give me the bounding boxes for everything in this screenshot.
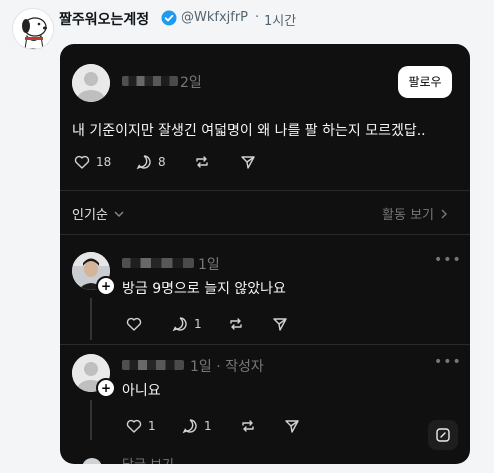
more-dots-icon[interactable]: ••• [434,252,462,268]
heart-icon [126,419,142,433]
activity-label: 활동 보기 [382,208,434,223]
reply-share-action[interactable] [284,418,300,434]
redacted-username [122,76,178,86]
reply-comment-action[interactable]: 1 [172,316,202,332]
comment-icon [182,419,197,434]
comment-count: 8 [158,155,166,169]
reply-comment-action[interactable]: 1 [182,418,212,434]
divider [60,190,470,191]
share-icon [273,318,287,331]
post-author-avatar[interactable] [72,64,110,102]
view-replies-row[interactable]: 답글 보기 [60,454,470,464]
comment-icon [136,155,151,170]
embedded-thread-card[interactable]: 2일 팔로우 내 기준이지만 잘생긴 여덟명이 왜 나를 팔 하는지 모르겠답.… [60,44,470,464]
compose-icon [436,428,450,442]
share-action[interactable] [240,154,256,170]
divider [60,344,470,345]
thread-line [90,298,92,340]
comment-action[interactable]: 8 [136,154,166,170]
heart-icon [74,155,90,169]
redacted-username [122,360,184,370]
reply-share-action[interactable] [272,316,288,332]
repost-action[interactable] [194,154,210,170]
reply-like-action[interactable] [126,316,142,332]
peek-avatar [82,458,102,464]
comment-icon [172,317,187,332]
verified-badge-icon [161,10,177,26]
reply-repost-action[interactable] [228,316,244,332]
divider [60,234,470,235]
like-count: 18 [96,155,112,169]
sort-label: 인기순 [72,208,108,223]
comment-count: 1 [204,419,212,433]
reply-text: 방금 9명으로 늘지 않았나요 [122,281,286,297]
view-replies-label: 답글 보기 [122,454,174,464]
author-avatar[interactable] [12,8,54,50]
like-count: 1 [148,419,156,433]
reply-time-ago: 1일 [198,257,220,273]
compose-fab[interactable] [428,420,458,450]
more-dots-icon[interactable]: ••• [434,354,462,370]
follow-plus-icon[interactable]: + [96,378,116,398]
post-time-ago: 2일 [180,75,202,91]
post-time[interactable]: 1시간 [264,10,296,29]
repost-icon [242,420,254,432]
separator-dot: · [255,10,260,25]
reply-text: 아니요 [122,383,161,399]
share-icon [241,156,255,169]
author-handle[interactable]: @WkfxjfrP [181,10,248,25]
follow-button[interactable]: 팔로우 [398,66,452,98]
redacted-username [122,258,194,268]
reply-repost-action[interactable] [240,418,256,434]
sort-dropdown[interactable]: 인기순 [72,204,126,223]
thread-line [90,400,92,440]
repost-icon [196,156,208,168]
share-icon [285,420,299,433]
author-name[interactable]: 짤주워오는계정 [59,9,149,29]
comment-count: 1 [194,317,202,331]
like-action[interactable]: 18 [74,154,111,170]
chevron-down-icon [114,211,124,217]
heart-icon [126,317,142,331]
repost-icon [230,318,242,330]
reply-time-ago: 1일 · 작성자 [190,359,264,375]
post-text: 내 기준이지만 잘생긴 여덟명이 왜 나를 팔 하는지 모르겠답.. [72,123,426,139]
reply-like-action[interactable]: 1 [126,418,156,434]
follow-plus-icon[interactable]: + [96,276,116,296]
chevron-right-icon [441,209,447,218]
view-activity-link[interactable]: 활동 보기 [382,204,450,223]
tweet-header: 짤주워오는계정 @WkfxjfrP · 1시간 [0,0,494,50]
